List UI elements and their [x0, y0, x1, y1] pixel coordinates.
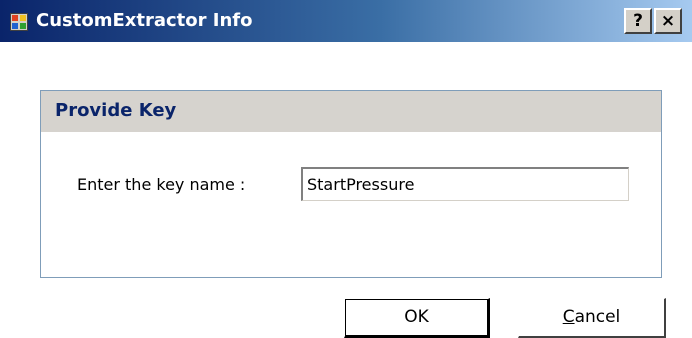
group-header: Provide Key	[41, 91, 661, 132]
cancel-button[interactable]: Cancel	[518, 298, 666, 338]
close-button[interactable]: ×	[654, 8, 682, 34]
key-name-label: Enter the key name :	[77, 175, 246, 194]
help-button[interactable]: ?	[624, 8, 652, 34]
provide-key-group: Provide Key Enter the key name :	[40, 90, 662, 278]
ok-button[interactable]: OK	[344, 298, 490, 338]
key-name-input[interactable]	[301, 167, 629, 201]
cancel-mnemonic: C	[562, 307, 575, 327]
title-bar[interactable]: CustomExtractor Info ? ×	[0, 0, 692, 42]
group-title: Provide Key	[55, 100, 177, 121]
dialog-client-area: Provide Key Enter the key name : OK Canc…	[0, 42, 692, 338]
dialog-window: CustomExtractor Info ? × Provide Key Ent…	[0, 0, 692, 338]
cancel-label-rest: ancel	[574, 307, 621, 327]
app-window-icon	[10, 13, 28, 31]
window-title: CustomExtractor Info	[36, 10, 253, 31]
